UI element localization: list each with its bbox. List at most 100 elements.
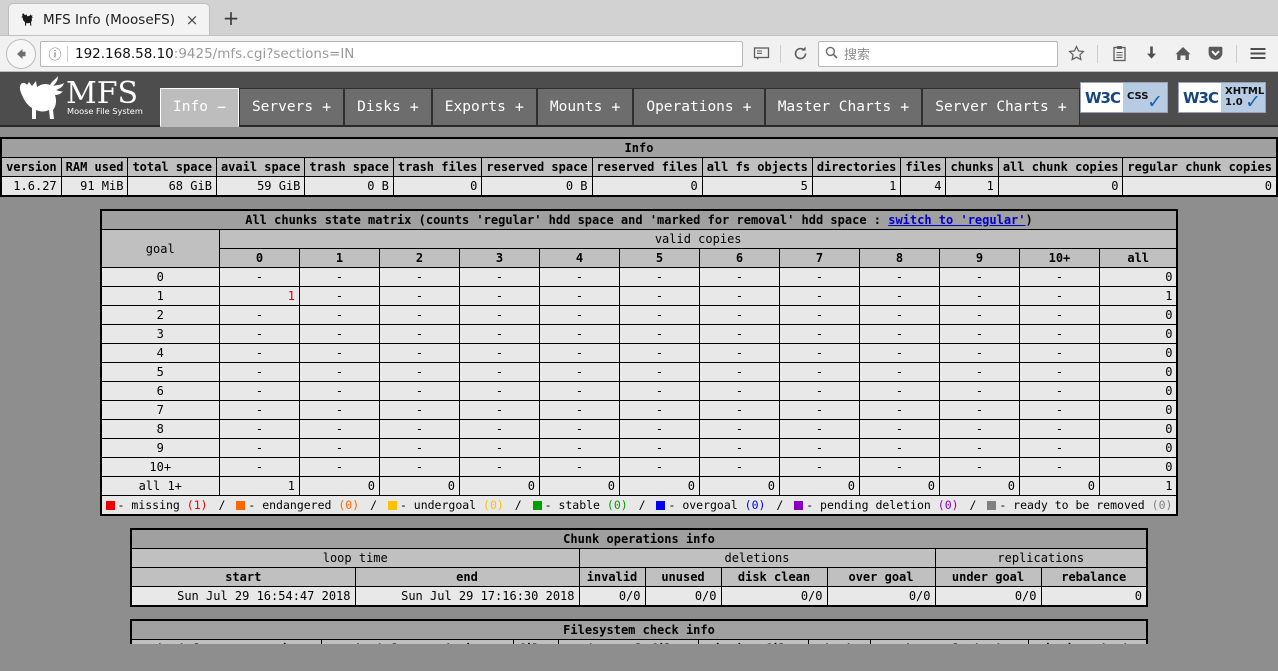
tab-master-charts[interactable]: Master Charts + (764, 88, 923, 125)
chunks-column-header: 9 (938, 248, 1020, 268)
info-header-cell: files (900, 157, 947, 177)
chunks-column-header: 0 (218, 248, 300, 268)
reload-icon[interactable] (786, 40, 814, 68)
w3c-css-badge[interactable]: W3C CSS ✓ (1080, 82, 1168, 113)
page-info-icon[interactable]: ⓘ (43, 44, 67, 63)
reader-view-icon[interactable] (747, 40, 775, 68)
tab-server-charts[interactable]: Server Charts + (922, 88, 1080, 125)
chunks-cell: - (698, 305, 780, 325)
chunks-cell: 0 (698, 476, 780, 496)
chunks-cell: - (858, 381, 940, 401)
chunks-cell: - (458, 438, 540, 458)
info-value-cell: 0 B (304, 176, 394, 197)
tab-operations[interactable]: Operations + (633, 88, 765, 125)
chunks-cell: - (458, 381, 540, 401)
chunk-ops-header-cell: rebalance (1040, 567, 1148, 587)
chunks-cell: - (1018, 267, 1100, 287)
hamburger-menu-icon[interactable] (1244, 40, 1272, 68)
chunks-cell: - (778, 438, 860, 458)
chunks-cell: - (458, 400, 540, 420)
pocket-icon[interactable] (1201, 40, 1229, 68)
chunks-cell: - (1018, 305, 1100, 325)
chunks-cell: - (858, 324, 940, 344)
chunks-cell: - (618, 419, 700, 439)
chunks-cell: - (1018, 400, 1100, 420)
chunks-cell: - (298, 267, 380, 287)
legend-color-swatch (387, 501, 397, 510)
w3c-xhtml-badge[interactable]: W3C XHTML 1.0 ✓ (1178, 82, 1266, 113)
search-input[interactable]: 搜索 (818, 40, 1058, 67)
info-header-cell: all fs objects (701, 157, 813, 177)
chunks-cell: - (698, 457, 780, 477)
switch-to-regular-link[interactable]: switch to 'regular' (888, 213, 1025, 227)
library-icon[interactable] (1105, 40, 1133, 68)
fs-check-header-cell: chunks (808, 639, 872, 644)
chunks-cell: - (218, 438, 300, 458)
chunks-cell: - (938, 419, 1020, 439)
home-icon[interactable] (1169, 40, 1197, 68)
back-button[interactable] (6, 38, 36, 69)
chunks-matrix-title-post: ) (1025, 213, 1033, 227)
chunks-cell: - (458, 324, 540, 344)
chunk-ops-wrap: Chunk operations info loop time deletions… (0, 528, 1278, 607)
chunks-matrix-group-row: goal valid copies (100, 229, 1178, 268)
chunks-cell: - (858, 400, 940, 420)
download-icon[interactable] (1137, 40, 1165, 68)
info-value-cell: 0 (591, 176, 703, 197)
w3c-css-badge-logo: W3C (1085, 88, 1121, 107)
tab-exports[interactable]: Exports + (431, 88, 537, 125)
chunks-column-header: 6 (698, 248, 780, 268)
fs-check-title: Filesystem check info (130, 619, 1148, 640)
chunks-cell: - (378, 305, 460, 325)
fs-check-header-cell: under-goal files (558, 639, 700, 644)
fs-check-header-cell: files (512, 639, 560, 644)
chunk-ops-value-cell: 0/0 (934, 586, 1042, 607)
chunks-matrix-row: 4-----------0 (100, 343, 1178, 363)
url-bar[interactable]: ⓘ 192.168.58.10:9425/mfs.cgi?sections=IN (40, 40, 743, 67)
legend-label: - undergoal (399, 498, 484, 512)
chunks-cell: - (458, 305, 540, 325)
chunks-cell: - (778, 400, 860, 420)
chunks-cell: - (618, 457, 700, 477)
chunk-ops-header-cell: invalid (578, 567, 646, 587)
new-tab-button[interactable]: + (216, 3, 246, 33)
chunks-cell: - (538, 324, 620, 344)
chunks-cell: - (458, 419, 540, 439)
chunks-all-cell: 0 (1098, 324, 1178, 344)
chunks-cell: 0 (858, 476, 940, 496)
w3c-badges: W3C CSS ✓ W3C XHTML 1.0 ✓ (1080, 82, 1266, 113)
tab-mounts[interactable]: Mounts + (536, 88, 634, 125)
tab-servers[interactable]: Servers + (238, 88, 345, 125)
chunks-cell: - (538, 267, 620, 287)
chunks-cell: - (378, 381, 460, 401)
chunks-cell: - (458, 457, 540, 477)
chunks-matrix-row: 9-----------0 (100, 438, 1178, 458)
close-icon[interactable]: × (183, 11, 201, 29)
chunks-cell: - (778, 267, 860, 287)
chunks-matrix-row: 11----------1 (100, 286, 1178, 306)
info-header-cell: total space (127, 157, 217, 177)
chunks-cell: - (298, 457, 380, 477)
tab-disks-label: Disks (357, 99, 401, 115)
chunk-ops-value-cell: 0/0 (720, 586, 828, 607)
mfs-header: MFS Moose File System Info − Servers + D… (0, 72, 1278, 127)
chunks-cell: - (298, 343, 380, 363)
tab-info[interactable]: Info − (160, 88, 239, 127)
star-icon[interactable] (1062, 40, 1090, 68)
chunks-cell: 0 (778, 476, 860, 496)
chunks-matrix-row: 7-----------0 (100, 400, 1178, 420)
legend-label: - ready to be removed (999, 498, 1152, 512)
browser-tab[interactable]: MFS Info (MooseFS) × (8, 3, 211, 35)
tab-disks[interactable]: Disks + (344, 88, 432, 125)
chunks-cell: - (1018, 381, 1100, 401)
page-content: Info version RAM used total space avail spa… (0, 127, 1278, 644)
fs-check-header-cell: check loop end time (320, 639, 514, 644)
chunks-cell: - (378, 362, 460, 382)
browser-chrome: MFS Info (MooseFS) × + ⓘ 192.168.58.10:9… (0, 0, 1278, 72)
legend-label: - missing (117, 498, 187, 512)
info-value-cell: 91 MiB (60, 176, 129, 197)
chunks-cell: - (378, 324, 460, 344)
chunks-matrix-row: 8-----------0 (100, 419, 1178, 439)
chunks-cell: - (218, 362, 300, 382)
legend-count: (0) (606, 498, 628, 512)
